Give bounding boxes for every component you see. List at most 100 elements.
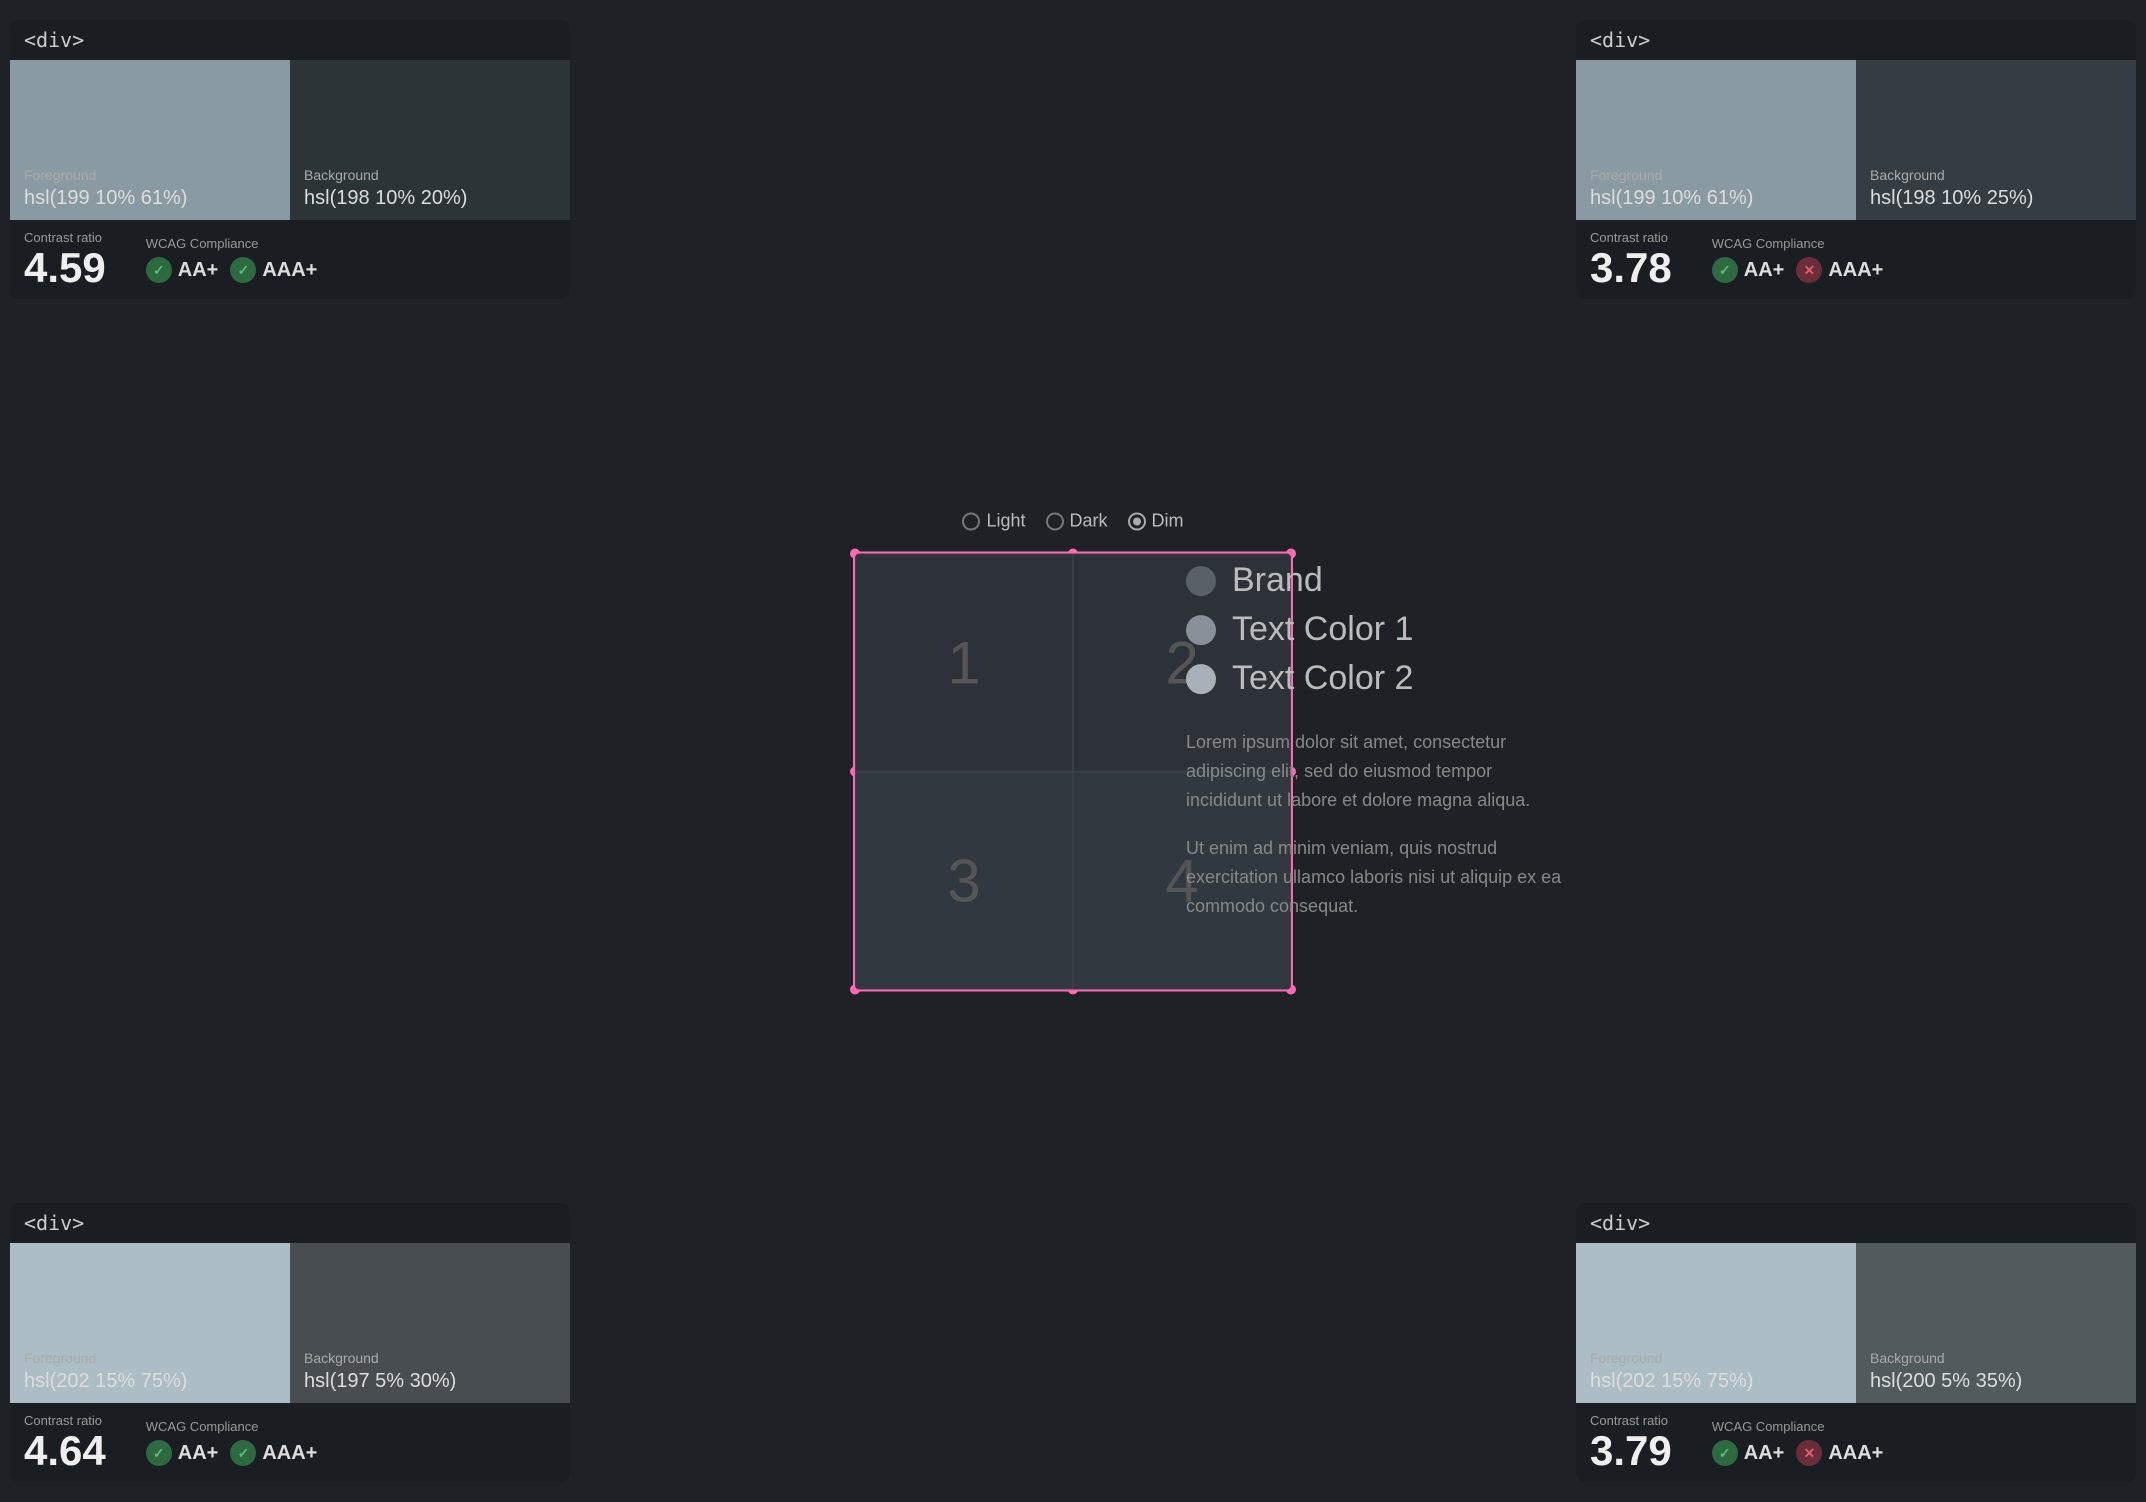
panel-tr-badge1-label: AA+	[1744, 259, 1785, 282]
panel-bl-contrast-value: 4.64	[24, 1430, 106, 1472]
panel-tr-badge1-icon: ✓	[1712, 257, 1738, 283]
panel-tl-wcag: WCAG Compliance ✓ AA+ ✓ AAA+	[146, 236, 318, 283]
legend-text2-label: Text Color 2	[1232, 659, 1413, 698]
panel-tr-wcag-label: WCAG Compliance	[1712, 236, 1884, 251]
panel-bl-badge2-label: AAA+	[262, 1442, 317, 1465]
radio-dark[interactable]	[1046, 512, 1064, 530]
panel-br-badge2-icon: ✕	[1796, 1440, 1822, 1466]
panel-tr-badges: ✓ AA+ ✕ AAA+	[1712, 257, 1884, 283]
theme-dark-label: Dark	[1070, 511, 1108, 532]
panel-tr-header: <div>	[1576, 20, 2136, 60]
panel-tl-badge1: ✓ AA+	[146, 257, 219, 283]
panel-bl-bg-label: Background	[304, 1350, 556, 1366]
panel-bl-fg-label: Foreground	[24, 1350, 276, 1366]
panel-tl-contrast: Contrast ratio 4.59	[24, 230, 106, 289]
panel-tl-badges: ✓ AA+ ✓ AAA+	[146, 257, 318, 283]
panel-br-contrast-label: Contrast ratio	[1590, 1413, 1672, 1428]
panel-tl-bg-value: hsl(198 10% 20%)	[304, 187, 556, 210]
legend-item-text1: Text Color 1	[1186, 610, 1566, 649]
panel-bl-contrast-label: Contrast ratio	[24, 1413, 106, 1428]
panel-br-wcag-label: WCAG Compliance	[1712, 1419, 1884, 1434]
panel-br-badge1: ✓ AA+	[1712, 1440, 1785, 1466]
legend-brand-label: Brand	[1232, 561, 1323, 600]
panel-tl-stats: Contrast ratio 4.59 WCAG Compliance ✓ AA…	[10, 220, 570, 299]
panel-br-badge1-label: AA+	[1744, 1442, 1785, 1465]
panel-bl-contrast: Contrast ratio 4.64	[24, 1413, 106, 1472]
panel-bl-badge1-label: AA+	[178, 1442, 219, 1465]
theme-option-light[interactable]: Light	[962, 511, 1025, 532]
panel-br-bg-swatch: Background hsl(200 5% 35%)	[1856, 1243, 2136, 1403]
panel-tr-fg-label: Foreground	[1590, 167, 1842, 183]
panel-tr-colors: Foreground hsl(199 10% 61%) Background h…	[1576, 60, 2136, 220]
panel-bl-wcag: WCAG Compliance ✓ AA+ ✓ AAA+	[146, 1419, 318, 1466]
panel-bl-badge2: ✓ AAA+	[230, 1440, 317, 1466]
panel-tr-bg-label: Background	[1870, 167, 2122, 183]
panel-tl-colors: Foreground hsl(199 10% 61%) Background h…	[10, 60, 570, 220]
panel-bl-badge1-icon: ✓	[146, 1440, 172, 1466]
theme-switcher[interactable]: Light Dark Dim	[962, 511, 1183, 532]
panel-tr-stats: Contrast ratio 3.78 WCAG Compliance ✓ AA…	[1576, 220, 2136, 299]
panel-br-header: <div>	[1576, 1203, 2136, 1243]
panel-bl-fg-swatch: Foreground hsl(202 15% 75%)	[10, 1243, 290, 1403]
panel-tl-badge1-label: AA+	[178, 259, 219, 282]
panel-tl-badge2: ✓ AAA+	[230, 257, 317, 283]
legend-item-brand: Brand	[1186, 561, 1566, 600]
panel-tl-badge2-icon: ✓	[230, 257, 256, 283]
panel-tl-fg-value: hsl(199 10% 61%)	[24, 187, 276, 210]
panel-bl-colors: Foreground hsl(202 15% 75%) Background h…	[10, 1243, 570, 1403]
panel-tl-bg-label: Background	[304, 167, 556, 183]
panel-tl-contrast-value: 4.59	[24, 247, 106, 289]
panel-tr-contrast-label: Contrast ratio	[1590, 230, 1672, 245]
theme-light-label: Light	[986, 511, 1025, 532]
panel-bl-badge1: ✓ AA+	[146, 1440, 219, 1466]
radio-light[interactable]	[962, 512, 980, 530]
radio-dim[interactable]	[1128, 512, 1146, 530]
panel-bl-fg-value: hsl(202 15% 75%)	[24, 1370, 276, 1393]
theme-option-dim[interactable]: Dim	[1128, 511, 1184, 532]
panel-bottom-right: <div> Foreground hsl(202 15% 75%) Backgr…	[1576, 1203, 2136, 1482]
panel-bl-wcag-label: WCAG Compliance	[146, 1419, 318, 1434]
theme-option-dark[interactable]: Dark	[1046, 511, 1108, 532]
panel-bl-badges: ✓ AA+ ✓ AAA+	[146, 1440, 318, 1466]
panel-br-colors: Foreground hsl(202 15% 75%) Background h…	[1576, 1243, 2136, 1403]
panel-br-fg-label: Foreground	[1590, 1350, 1842, 1366]
panel-tr-contrast-value: 3.78	[1590, 247, 1672, 289]
panel-bl-badge2-icon: ✓	[230, 1440, 256, 1466]
grid-cell-3-label: 3	[947, 846, 980, 915]
panel-br-contrast-value: 3.79	[1590, 1430, 1672, 1472]
panel-tr-bg-swatch: Background hsl(198 10% 25%)	[1856, 60, 2136, 220]
panel-bl-header: <div>	[10, 1203, 570, 1243]
legend-items: Brand Text Color 1 Text Color 2	[1186, 561, 1566, 698]
text1-dot	[1186, 615, 1216, 645]
panel-bl-bg-value: hsl(197 5% 30%)	[304, 1370, 556, 1393]
panel-tr-badge2: ✕ AAA+	[1796, 257, 1883, 283]
panel-bl-bg-swatch: Background hsl(197 5% 30%)	[290, 1243, 570, 1403]
panel-tl-badge1-icon: ✓	[146, 257, 172, 283]
panel-br-contrast: Contrast ratio 3.79	[1590, 1413, 1672, 1472]
right-panel: Brand Text Color 1 Text Color 2 Lorem ip…	[1186, 561, 1566, 941]
panel-tl-badge2-label: AAA+	[262, 259, 317, 282]
legend-item-text2: Text Color 2	[1186, 659, 1566, 698]
panel-br-fg-value: hsl(202 15% 75%)	[1590, 1370, 1842, 1393]
panel-tl-wcag-label: WCAG Compliance	[146, 236, 318, 251]
panel-bottom-left: <div> Foreground hsl(202 15% 75%) Backgr…	[10, 1203, 570, 1482]
panel-br-badges: ✓ AA+ ✕ AAA+	[1712, 1440, 1884, 1466]
panel-tr-badge1: ✓ AA+	[1712, 257, 1785, 283]
panel-br-badge2-label: AAA+	[1828, 1442, 1883, 1465]
brand-dot	[1186, 566, 1216, 596]
panel-tl-header: <div>	[10, 20, 570, 60]
panel-tr-badge2-icon: ✕	[1796, 257, 1822, 283]
panel-top-right: <div> Foreground hsl(199 10% 61%) Backgr…	[1576, 20, 2136, 299]
panel-bl-stats: Contrast ratio 4.64 WCAG Compliance ✓ AA…	[10, 1403, 570, 1482]
panel-br-fg-swatch: Foreground hsl(202 15% 75%)	[1576, 1243, 1856, 1403]
panel-tr-fg-value: hsl(199 10% 61%)	[1590, 187, 1842, 210]
panel-tl-fg-swatch: Foreground hsl(199 10% 61%)	[10, 60, 290, 220]
panel-tl-bg-swatch: Background hsl(198 10% 20%)	[290, 60, 570, 220]
panel-top-left: <div> Foreground hsl(199 10% 61%) Backgr…	[10, 20, 570, 299]
panel-tr-contrast: Contrast ratio 3.78	[1590, 230, 1672, 289]
panel-tl-contrast-label: Contrast ratio	[24, 230, 106, 245]
panel-br-bg-label: Background	[1870, 1350, 2122, 1366]
panel-br-stats: Contrast ratio 3.79 WCAG Compliance ✓ AA…	[1576, 1403, 2136, 1482]
grid-cell-3: 3	[855, 772, 1073, 990]
legend-text1-label: Text Color 1	[1232, 610, 1413, 649]
